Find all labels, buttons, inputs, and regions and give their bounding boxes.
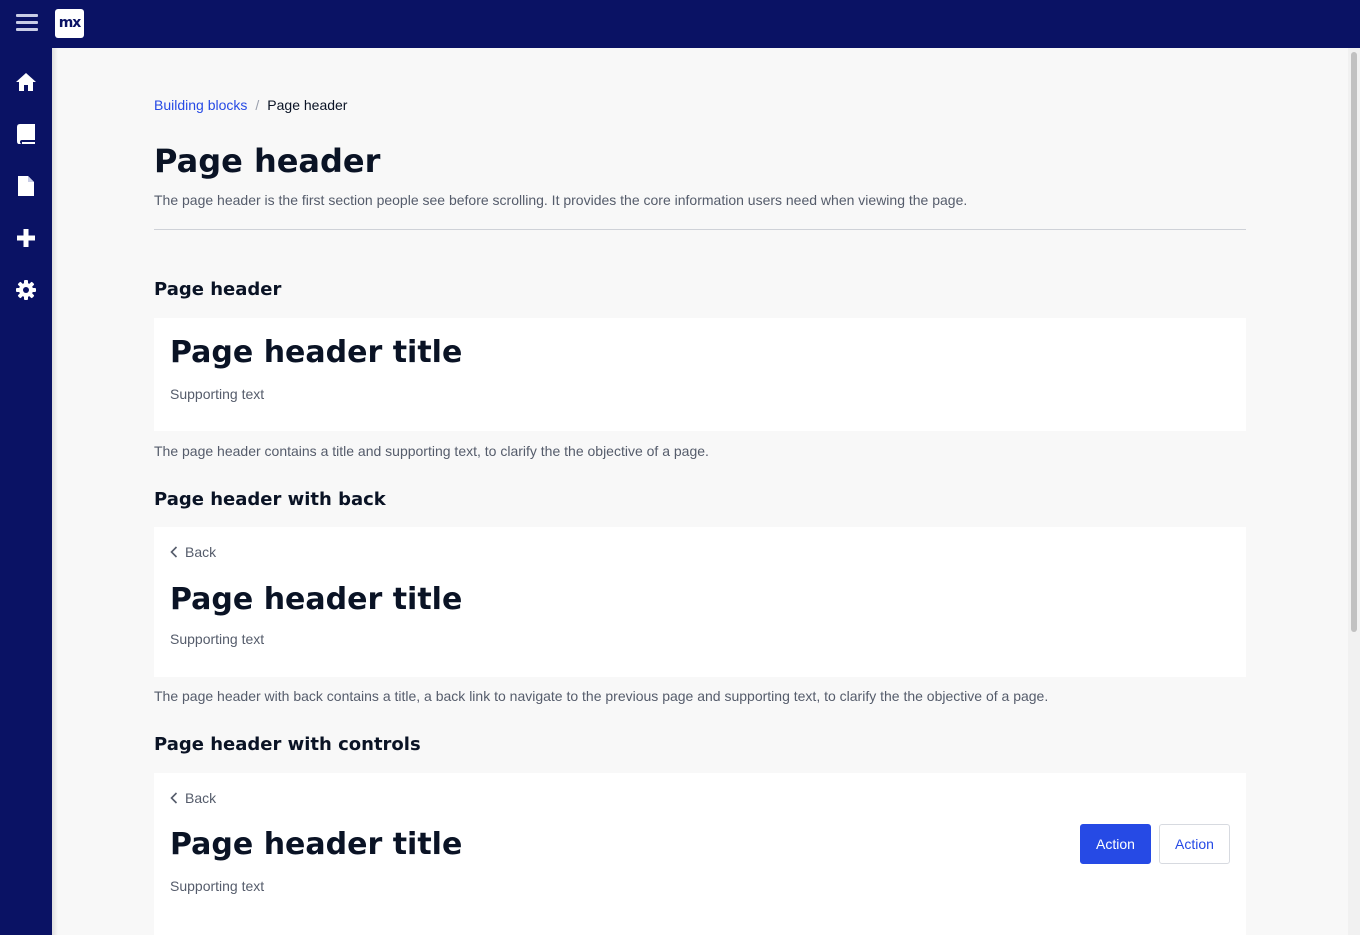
book-icon (17, 124, 35, 144)
breadcrumb-current: Page header (267, 97, 348, 113)
example-supporting-text: Supporting text (170, 878, 265, 894)
back-link-label: Back (185, 790, 217, 806)
primary-action-button[interactable]: Action (1080, 824, 1151, 864)
page-title: Page header (154, 142, 381, 180)
section-title-page-header-with-controls: Page header with controls (154, 734, 421, 755)
example-title: Page header title (170, 827, 463, 862)
chevron-left-icon (170, 546, 178, 558)
sidebar-item-home[interactable] (0, 56, 52, 108)
secondary-action-button[interactable]: Action (1159, 824, 1230, 864)
example-card-page-header: Page header title Supporting text (154, 318, 1246, 431)
file-icon (18, 176, 34, 196)
sidebar-item-settings[interactable] (0, 264, 52, 316)
top-bar: mx (0, 0, 1360, 48)
breadcrumb-link-building-blocks[interactable]: Building blocks (154, 97, 247, 113)
scrollbar-thumb[interactable] (1351, 52, 1357, 632)
back-link-label: Back (185, 544, 217, 560)
breadcrumb-separator: / (255, 97, 260, 113)
section-title-page-header-with-back: Page header with back (154, 489, 386, 510)
app-logo[interactable]: mx (55, 9, 84, 38)
hamburger-menu-icon[interactable] (16, 13, 38, 33)
plus-icon (17, 229, 35, 247)
vertical-scrollbar[interactable] (1348, 48, 1360, 935)
breadcrumb: Building blocks / Page header (154, 97, 347, 113)
chevron-left-icon (170, 792, 178, 804)
back-link[interactable]: Back (170, 544, 216, 560)
sidebar-item-pages[interactable] (0, 160, 52, 212)
example-card-page-header-with-controls: Back Page header title Supporting text A… (154, 773, 1246, 935)
home-icon (16, 73, 36, 91)
sidebar-item-docs[interactable] (0, 108, 52, 160)
section-description: The page header contains a title and sup… (154, 443, 709, 459)
example-supporting-text: Supporting text (170, 386, 265, 402)
example-supporting-text: Supporting text (170, 631, 265, 647)
example-title: Page header title (170, 582, 463, 617)
example-card-page-header-with-back: Back Page header title Supporting text (154, 527, 1246, 677)
section-description: The page header with back contains a tit… (154, 688, 1049, 704)
sidebar-item-add[interactable] (0, 212, 52, 264)
back-link[interactable]: Back (170, 790, 216, 806)
section-title-page-header: Page header (154, 279, 282, 300)
header-divider (154, 229, 1246, 230)
page-subtitle: The page header is the first section peo… (154, 192, 968, 208)
main-shadow (52, 48, 58, 935)
example-title: Page header title (170, 335, 463, 370)
gear-icon (16, 280, 36, 300)
sidebar (0, 48, 52, 935)
